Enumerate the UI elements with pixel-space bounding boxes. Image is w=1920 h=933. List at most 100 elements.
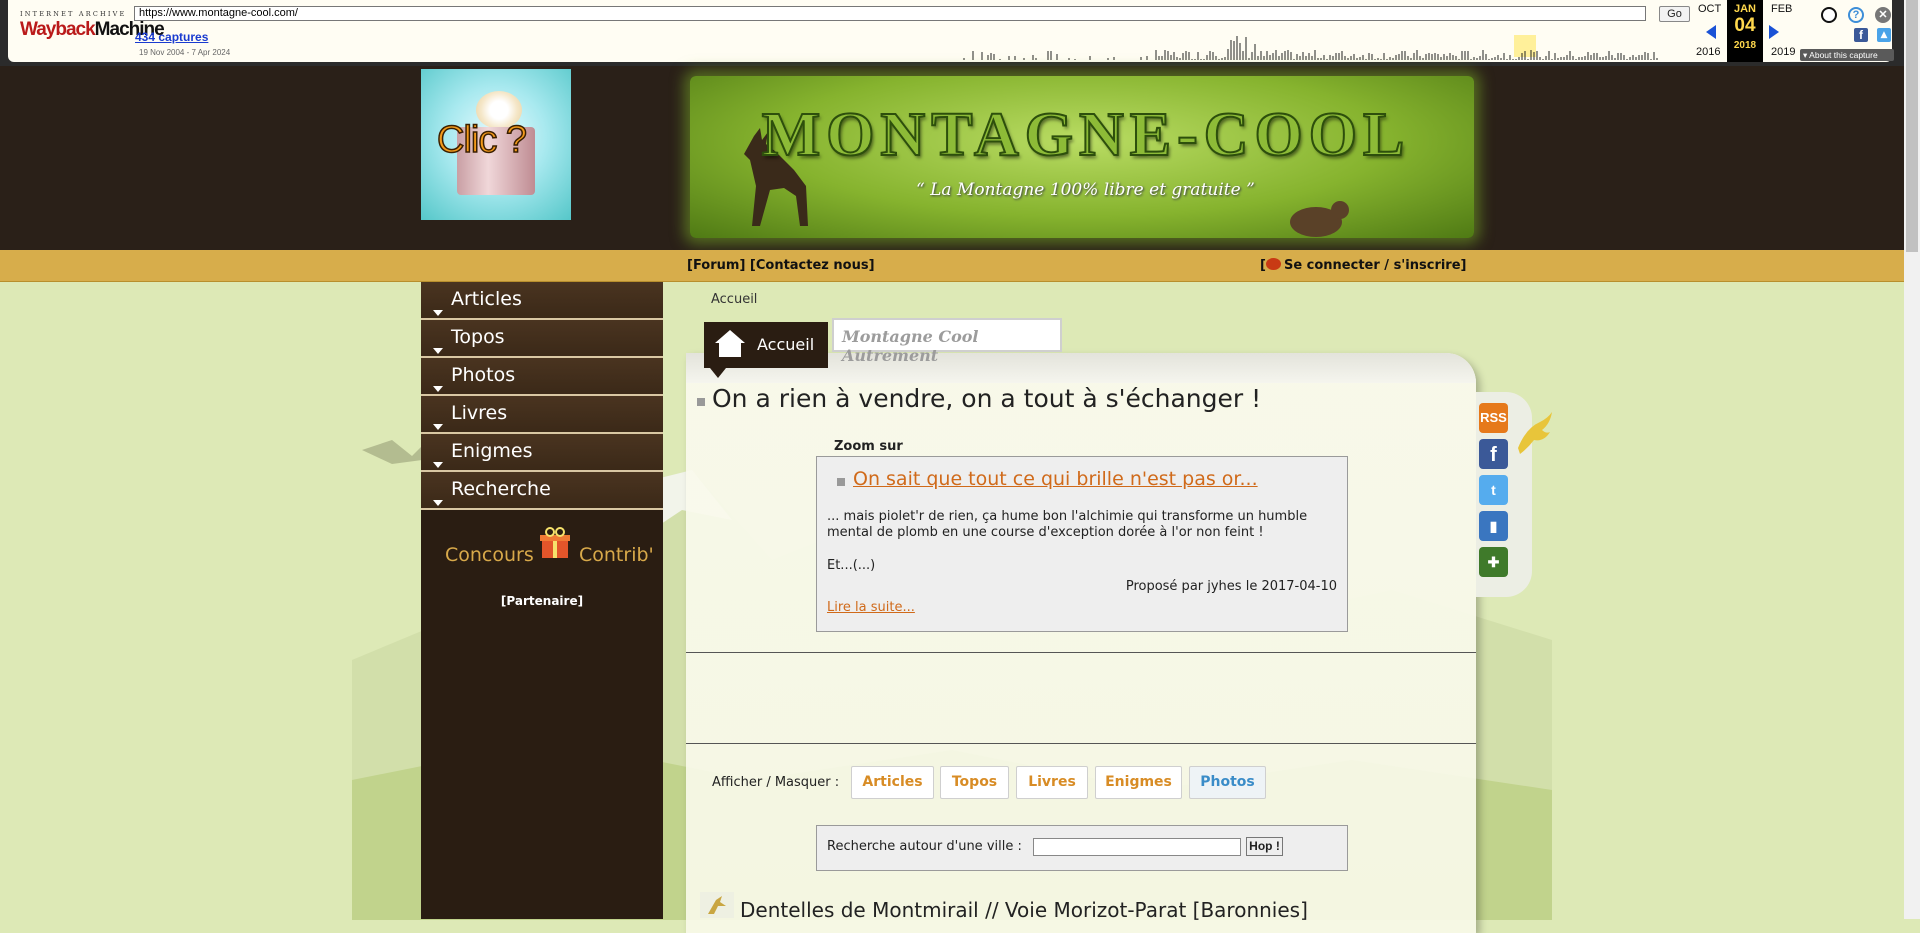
login-bracket-open: [ [1260, 258, 1266, 273]
wayback-cur-month: JAN [1733, 3, 1756, 15]
city-search-input[interactable] [1033, 838, 1241, 856]
left-sidebar: Articles Topos Photos Livres Enigmes Rec… [421, 282, 663, 919]
divider [686, 743, 1476, 744]
hop-button[interactable]: Hop ! [1246, 837, 1283, 856]
twitter-icon[interactable]: t [1479, 475, 1508, 505]
wayback-cur-year: 2018 [1733, 40, 1757, 51]
wayback-logo[interactable]: INTERNET ARCHIVE WaybackMachine [20, 10, 165, 50]
sidebar-item-label: Topos [451, 326, 505, 348]
tab-montagne-cool-autrement[interactable]: Montagne Cool Autrement [832, 318, 1062, 365]
wayback-toolbar-panel: INTERNET ARCHIVE WaybackMachine https://… [8, 0, 1894, 62]
city-search-box: Recherche autour d'une ville : Hop ! [816, 825, 1348, 871]
scrollbar[interactable] [1904, 0, 1920, 919]
sidebar-item-label: Recherche [451, 478, 551, 500]
wayback-prev-year[interactable]: 2016 [1696, 46, 1720, 58]
bullet-icon [837, 478, 845, 486]
wayback-next-year[interactable]: 2019 [1771, 46, 1795, 58]
sidebar-item-photos[interactable]: Photos [421, 358, 663, 396]
filter-enigmes-button[interactable]: Enigmes [1095, 766, 1182, 799]
mobile-icon[interactable]: ▮ [1479, 511, 1508, 541]
contrib-link[interactable]: Contrib' [579, 544, 654, 566]
sidebar-item-enigmes[interactable]: Enigmes [421, 434, 663, 472]
wayback-current-date: JAN 04 2018 [1727, 0, 1763, 62]
wayback-logo-top: INTERNET ARCHIVE [20, 10, 127, 18]
zoom-article-excerpt: ... mais piolet'r de rien, ça hume bon l… [827, 509, 1308, 540]
close-icon[interactable]: ✕ [1875, 7, 1891, 23]
login-label[interactable]: Se connecter / s'inscrire [1284, 258, 1461, 273]
filter-label: Afficher / Masquer : [712, 775, 840, 790]
wayback-next-month[interactable]: FEB [1771, 3, 1792, 15]
bullet-icon [697, 398, 705, 406]
chevron-down-icon [433, 386, 443, 392]
sidebar-item-livres[interactable]: Livres [421, 396, 663, 434]
partenaire-link[interactable]: [Partenaire] [421, 594, 663, 608]
wayback-prev-month[interactable]: OCT [1698, 3, 1721, 15]
facebook-icon[interactable]: f [1479, 439, 1508, 469]
site-banner[interactable]: MONTAGNE-COOL “ La Montagne 100% libre e… [690, 76, 1474, 238]
sidebar-item-topos[interactable]: Topos [421, 320, 663, 358]
marmot-image [1290, 201, 1349, 237]
rss-icon[interactable]: RSS [1479, 403, 1508, 433]
read-more-link[interactable]: Lire la suite... [827, 600, 915, 615]
gift-icon[interactable] [538, 526, 572, 560]
zoom-article-etc: Et...(...) [827, 558, 876, 573]
facebook-icon[interactable]: f [1854, 28, 1868, 42]
tab-accueil[interactable]: Accueil [704, 322, 828, 378]
city-search-label: Recherche autour d'une ville : [827, 839, 1022, 854]
zoom-article-box: On sait que tout ce qui brille n'est pas… [816, 456, 1348, 632]
wayback-prev-arrow-icon[interactable] [1706, 25, 1716, 39]
wayback-url-input[interactable]: https://www.montagne-cool.com/ [134, 6, 1646, 21]
chevron-down-icon [433, 424, 443, 430]
login-bracket-close: ] [1460, 258, 1467, 273]
zoom-article-title[interactable]: On sait que tout ce qui brille n'est pas… [853, 468, 1258, 490]
filter-articles-button[interactable]: Articles [851, 766, 934, 799]
clic-text: Clic ? [436, 118, 528, 162]
sparkline-bars [963, 36, 1658, 60]
divider [686, 652, 1476, 653]
nav-login[interactable]: [ Se connecter / s'inscrire] [1260, 258, 1467, 273]
wayback-about-capture[interactable]: ▾ About this capture [1800, 49, 1894, 61]
wayback-captures-link[interactable]: 434 captures [135, 30, 208, 44]
sidebar-item-label: Articles [451, 288, 522, 310]
concours-link[interactable]: Concours [445, 544, 534, 566]
page-headline: On a rien à vendre, on a tout à s'échang… [712, 384, 1262, 413]
map-icon[interactable]: ✚ [1479, 547, 1508, 577]
scrollbar-thumb[interactable] [1906, 0, 1918, 252]
home-icon [715, 330, 745, 357]
filter-photos-button[interactable]: Photos [1189, 766, 1266, 799]
sidebar-item-label: Photos [451, 364, 516, 386]
filter-topos-button[interactable]: Topos [940, 766, 1009, 799]
chevron-down-icon [433, 462, 443, 468]
article-title[interactable]: Dentelles de Montmirail // Voie Morizot-… [740, 898, 1308, 922]
zoom-label: Zoom sur [834, 439, 903, 454]
wayback-date-range: 19 Nov 2004 - 7 Apr 2024 [139, 48, 231, 57]
chevron-down-icon [433, 310, 443, 316]
nav-forum-contact[interactable]: [Forum] [Contactez nous] [687, 258, 875, 273]
clic-gift-banner[interactable]: Clic ? [421, 69, 571, 220]
climber-icon [700, 892, 734, 918]
chevron-down-icon [433, 500, 443, 506]
wayback-toolbar: INTERNET ARCHIVE WaybackMachine https://… [0, 0, 1904, 66]
filter-livres-button[interactable]: Livres [1016, 766, 1088, 799]
wayback-next-arrow-icon[interactable] [1769, 25, 1779, 39]
wayback-cur-day: 04 [1734, 15, 1756, 36]
wayback-capture-sparkline[interactable] [958, 30, 1668, 60]
chevron-down-icon [433, 348, 443, 354]
zoom-article-byline: Proposé par jyhes le 2017-04-10 [1125, 579, 1337, 594]
wayback-logo-main: WaybackMachine [20, 19, 165, 41]
sidebar-item-label: Livres [451, 402, 508, 424]
sidebar-item-recherche[interactable]: Recherche [421, 472, 663, 510]
tab-accueil-label: Accueil [757, 335, 815, 354]
tab-pointer [710, 368, 726, 378]
user-icon[interactable] [1821, 7, 1837, 23]
bird-icon [1518, 412, 1552, 454]
breadcrumb[interactable]: Accueil [711, 292, 757, 307]
wayback-logo-main-1: Wayback [20, 19, 96, 40]
help-icon[interactable]: ? [1848, 7, 1864, 23]
sidebar-item-articles[interactable]: Articles [421, 282, 663, 320]
login-icon [1265, 258, 1281, 270]
wayback-go-button[interactable]: Go [1659, 6, 1690, 22]
twitter-icon[interactable]: ▲ [1877, 28, 1891, 42]
banner-title: MONTAGNE-COOL [761, 100, 1411, 170]
top-nav: [Forum] [Contactez nous] [ Se connecter /… [0, 250, 1904, 282]
